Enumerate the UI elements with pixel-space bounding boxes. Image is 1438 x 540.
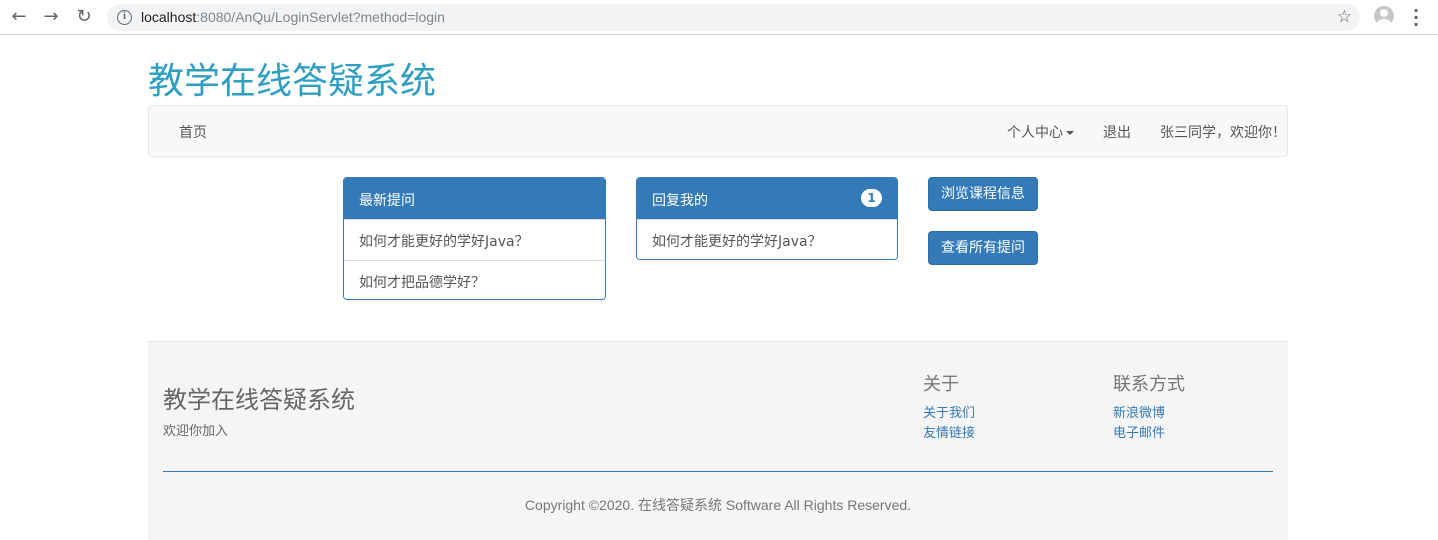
reply-list-item[interactable]: 如何才能更好的学好Java？ xyxy=(637,219,897,259)
profile-avatar-icon[interactable] xyxy=(1374,6,1394,26)
browser-toolbar: ← → ↻ i localhost:8080/AnQu/LoginServlet… xyxy=(0,0,1438,35)
nav-personal-center-label: 个人中心 xyxy=(1007,125,1063,141)
view-all-questions-button[interactable]: 查看所有提问 xyxy=(928,231,1038,265)
caret-down-icon xyxy=(1066,131,1074,135)
footer-about-heading: 关于 xyxy=(923,374,959,395)
url-text[interactable]: localhost:8080/AnQu/LoginServlet?method=… xyxy=(141,9,445,25)
info-icon[interactable]: i xyxy=(117,10,132,25)
main-navbar: 首页 个人中心 退出 张三同学，欢迎你！ xyxy=(148,105,1288,157)
browse-courses-button[interactable]: 浏览课程信息 xyxy=(928,177,1038,211)
question-list-item[interactable]: 如何才能更好的学好Java？ xyxy=(344,219,605,260)
replies-heading-label: 回复我的 xyxy=(652,193,708,209)
back-arrow-icon[interactable]: ← xyxy=(8,6,30,28)
footer-weibo-link[interactable]: 新浪微博 xyxy=(1113,402,1165,421)
footer-email-link[interactable]: 电子邮件 xyxy=(1113,422,1165,441)
url-path: :8080/AnQu/LoginServlet?method=login xyxy=(196,9,445,25)
forward-arrow-icon[interactable]: → xyxy=(40,6,62,28)
footer-subtitle: 欢迎你加入 xyxy=(163,424,229,439)
bookmark-star-icon[interactable]: ☆ xyxy=(1337,7,1352,27)
address-bar[interactable]: i localhost:8080/AnQu/LoginServlet?metho… xyxy=(107,4,1360,31)
footer-copyright: Copyright ©2020. 在线答疑系统 Software All Rig… xyxy=(524,497,912,513)
question-list-item[interactable]: 如何才把品德学好？ xyxy=(344,260,605,299)
more-menu-icon[interactable]: · · · xyxy=(1410,3,1422,33)
latest-questions-heading: 最新提问 xyxy=(344,178,605,219)
footer-title: 教学在线答疑系统 xyxy=(163,386,355,414)
replies-panel: 回复我的 1 如何才能更好的学好Java？ xyxy=(636,177,898,260)
site-title: 教学在线答疑系统 xyxy=(148,61,437,102)
nav-welcome-text: 张三同学，欢迎你！ xyxy=(1160,125,1286,141)
url-host: localhost xyxy=(141,9,197,25)
latest-questions-panel: 最新提问 如何才能更好的学好Java？ 如何才把品德学好？ xyxy=(343,177,606,300)
footer-contact-heading: 联系方式 xyxy=(1113,374,1185,395)
nav-logout-link[interactable]: 退出 xyxy=(1103,122,1131,142)
nav-personal-center-dropdown[interactable]: 个人中心 xyxy=(1007,122,1074,142)
nav-home-link[interactable]: 首页 xyxy=(179,122,207,142)
replies-heading: 回复我的 1 xyxy=(637,178,897,219)
replies-count-badge: 1 xyxy=(861,189,882,207)
footer-about-us-link[interactable]: 关于我们 xyxy=(923,402,975,421)
reload-icon[interactable]: ↻ xyxy=(73,6,95,28)
footer-divider xyxy=(163,471,1273,472)
footer-friend-links-link[interactable]: 友情链接 xyxy=(923,422,975,441)
page-footer: 教学在线答疑系统 欢迎你加入 关于 关于我们 友情链接 联系方式 新浪微博 电子… xyxy=(148,341,1288,540)
